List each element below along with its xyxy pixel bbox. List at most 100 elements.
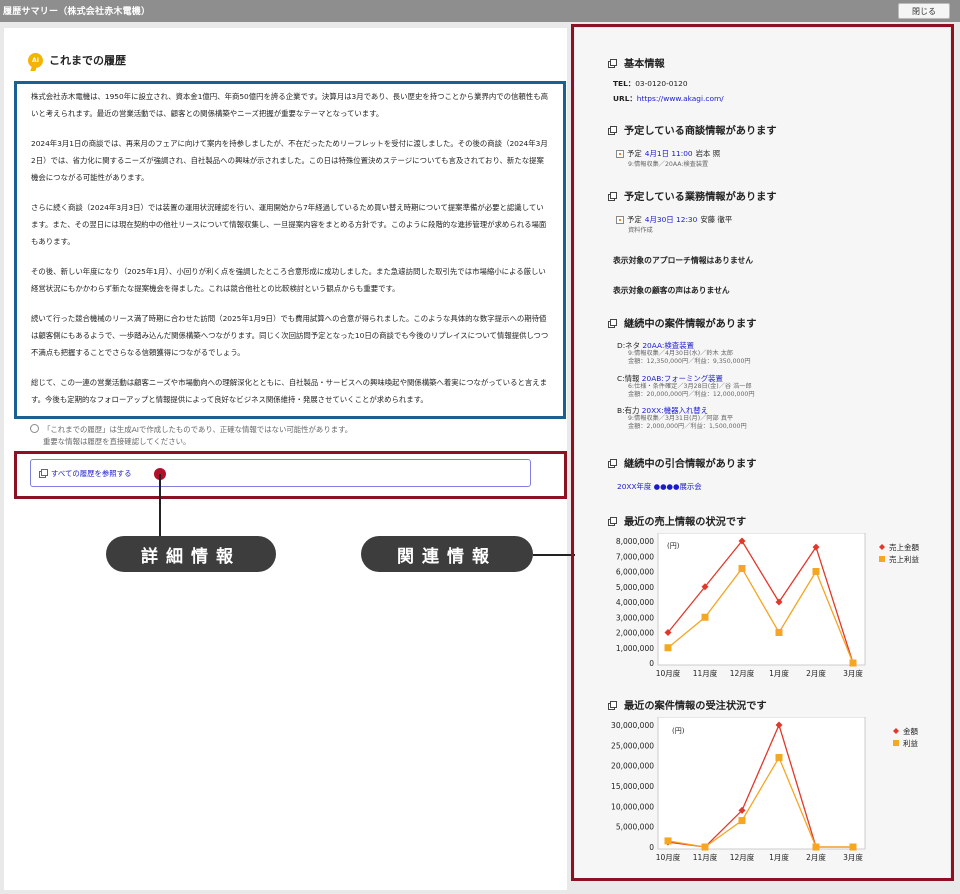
y-tick-label: 6,000,000 [616, 568, 654, 577]
y-tick-label: 5,000,000 [616, 823, 654, 832]
legend-marker [879, 556, 885, 562]
x-tick-label: 10月度 [656, 852, 681, 862]
basic-info-heading: 基本情報 [608, 55, 665, 70]
x-tick-label: 2月度 [806, 852, 826, 862]
planned-task-item[interactable]: 予定 4月30日 12:30 安藤 徹平 資料作成 [616, 214, 732, 234]
history-paragraph: さらに続く商談（2024年3月3日）では装置の運用状況確認を行い、運用開始から7… [31, 203, 547, 246]
history-summary-box: 株式会社赤木電機は、1950年に設立され、資本金1億円、年商50億円を誇る企業で… [14, 81, 566, 419]
x-tick-label: 3月度 [843, 852, 863, 862]
legend-label: 売上金額 [889, 542, 919, 552]
data-point [701, 843, 709, 851]
close-button[interactable]: 閉じる [898, 3, 950, 19]
section-icon [608, 58, 617, 68]
data-point [738, 817, 746, 825]
related-info-label: 関連情報 [361, 536, 533, 572]
x-tick-label: 2月度 [806, 668, 826, 678]
sales-line-chart: 0 1,000,000 2,000,000 3,000,000 4,000,000 5,0… [616, 533, 919, 678]
y-tick-label: 20,000,000 [611, 762, 654, 771]
planned-deal-item[interactable]: 予定 4月1日 11:00 岩本 照 9:情報収集／20AA:検査装置 [616, 148, 720, 168]
referrals-heading: 継続中の引合情報があります [608, 455, 756, 470]
orders-line-chart: 0 5,000,000 10,000,000 15,000,000 20,000,000… [611, 717, 918, 862]
y-tick-label: 7,000,000 [616, 552, 654, 561]
planned-tasks-heading: 予定している業務情報があります [608, 188, 777, 203]
company-url-link[interactable]: https://www.akagi.com/ [637, 94, 724, 103]
detail-info-label: 詳細情報 [106, 536, 276, 572]
section-icon [608, 318, 617, 328]
data-point [812, 843, 820, 851]
data-point [664, 644, 672, 652]
legend-label: 売上利益 [889, 554, 919, 564]
window-title: 履歴サマリー（株式会社赤木電機） [3, 7, 151, 17]
data-point [812, 568, 820, 575]
case-item[interactable]: B:有力 20XX:機器入れ替え 9:情報収集／3月31日(月)／阿部 真平 金… [617, 406, 747, 431]
section-icon [608, 125, 617, 135]
history-heading: AI これまでの履歴 [28, 52, 126, 68]
no-voice-text: 表示対象の顧客の声はありません [613, 286, 730, 295]
y-tick-label: 0 [649, 659, 654, 668]
history-paragraph: 2024年3月1日の商談では、再来月のフェアに向けて案内を持参しましたが、不在だ… [31, 139, 548, 182]
window-titlebar: 履歴サマリー（株式会社赤木電機） 閉じる [0, 0, 960, 22]
y-tick-label: 25,000,000 [611, 741, 654, 750]
unit-label: (円) [672, 727, 685, 735]
external-window-icon [39, 469, 48, 478]
tel-line: TEL：03-0120-0120 [613, 79, 688, 88]
legend-marker [879, 544, 885, 550]
ai-note-icon [30, 424, 39, 433]
section-icon [608, 700, 617, 710]
x-tick-label: 11月度 [693, 852, 718, 862]
y-tick-label: 10,000,000 [611, 802, 654, 811]
data-point [775, 754, 783, 762]
sales-chart-heading: 最近の売上情報の状況です [608, 513, 746, 528]
case-item[interactable]: C:情報 20AB:フォーミング装置 6:仕様・条件確定／3月28日(金)／谷 … [617, 374, 755, 399]
y-tick-label: 2,000,000 [616, 629, 654, 638]
x-tick-label: 12月度 [730, 668, 755, 678]
history-paragraph: 続いて行った競合機械のリース満了時期に合わせた訪問（2025年1月9日）でも費用… [31, 314, 549, 357]
detail-callout-line [159, 474, 161, 538]
section-icon [608, 458, 617, 468]
section-icon [608, 191, 617, 201]
y-tick-label: 15,000,000 [611, 782, 654, 791]
legend-marker [893, 728, 899, 734]
data-point [738, 564, 746, 572]
url-line: URL：https://www.akagi.com/ [613, 94, 724, 103]
planned-deals-heading: 予定している商談情報があります [608, 122, 777, 137]
case-item[interactable]: D:ネタ 20AA:検査装置 9:情報収集／4月30日(水)／鈴木 太郎 金額：… [617, 341, 751, 366]
referral-item-link[interactable]: 20XX年度 ●●●●展示会 [617, 481, 702, 492]
data-point [664, 837, 672, 845]
legend-label: 利益 [903, 738, 918, 748]
y-tick-label: 5,000,000 [616, 583, 654, 592]
data-point [849, 843, 857, 851]
section-icon [608, 516, 617, 526]
x-tick-label: 1月度 [769, 852, 789, 862]
history-paragraph: 総じて、この一連の営業活動は顧客ニーズや市場動向への理解深化とともに、自社製品・… [31, 378, 548, 404]
y-tick-label: 4,000,000 [616, 598, 654, 607]
x-tick-label: 10月度 [656, 668, 681, 678]
y-tick-label: 30,000,000 [611, 721, 654, 730]
no-approach-text: 表示対象のアプローチ情報はありません [613, 256, 754, 265]
history-paragraph: その後、新しい年度になり（2025年1月）、小回りが利く点を強調したところ合意形… [31, 267, 546, 293]
x-tick-label: 1月度 [769, 668, 789, 678]
x-tick-label: 12月度 [730, 852, 755, 862]
legend-marker [893, 740, 899, 746]
data-point [775, 629, 783, 636]
y-tick-label: 8,000,000 [616, 537, 654, 546]
calendar-icon [616, 149, 624, 158]
y-tick-label: 0 [649, 843, 654, 852]
data-point [849, 659, 857, 667]
ai-disclaimer: 「これまでの履歴」は生成AIで作成したものであり、正確な情報ではない可能性があり… [30, 424, 352, 448]
view-all-history-button[interactable]: すべての履歴を参照する [30, 459, 531, 487]
plot-area [657, 533, 866, 666]
cases-heading: 継続中の案件情報があります [608, 315, 756, 330]
history-paragraph: 株式会社赤木電機は、1950年に設立され、資本金1億円、年商50億円を誇る企業で… [31, 92, 548, 118]
history-title: これまでの履歴 [49, 54, 126, 67]
unit-label: (円) [667, 542, 680, 550]
calendar-icon [616, 215, 624, 224]
y-tick-label: 3,000,000 [616, 613, 654, 622]
x-tick-label: 11月度 [693, 668, 718, 678]
legend-label: 金額 [903, 726, 918, 736]
plot-area [657, 717, 866, 850]
y-tick-label: 1,000,000 [616, 644, 654, 653]
ai-icon: AI [28, 52, 43, 68]
orders-chart-heading: 最近の案件情報の受注状況です [608, 697, 767, 712]
data-point [701, 613, 709, 621]
